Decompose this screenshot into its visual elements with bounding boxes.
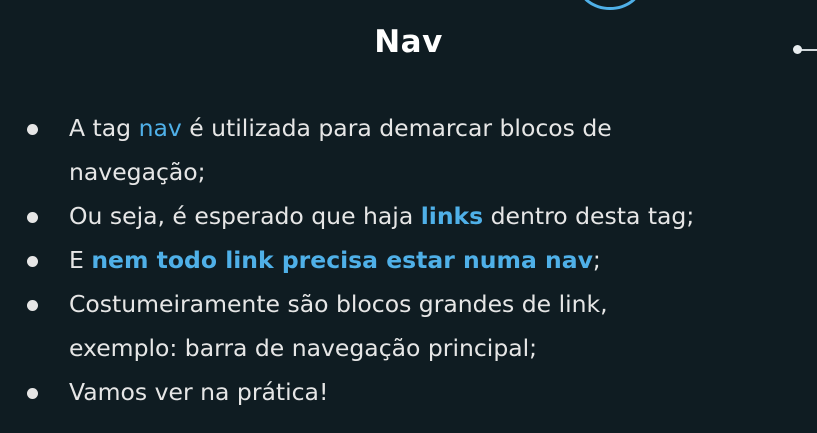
highlight-keyword: links — [420, 202, 484, 230]
bullet-text-continuation: exemplo: barra de navegação principal; — [69, 334, 538, 362]
bullet-text-continuation: navegação; — [69, 158, 206, 186]
bullet-text: dentro desta tag; — [483, 202, 695, 230]
bullet-text: Ou seja, é esperado que haja — [69, 202, 421, 230]
highlight-phrase: nem todo link precisa estar numa nav — [91, 246, 593, 274]
bullet-item-practice: Vamos ver na prática! — [0, 370, 817, 414]
bullet-text: Costumeiramente são blocos grandes de li… — [69, 290, 608, 318]
bullet-item-not-every-link: E nem todo link precisa estar numa nav; — [0, 238, 817, 282]
bullet-list: A tag nav é utilizada para demarcar bloc… — [0, 106, 817, 414]
bullet-item-links: Ou seja, é esperado que haja links dentr… — [0, 194, 817, 238]
highlight-keyword: nav — [138, 114, 182, 142]
bullet-icon — [27, 388, 38, 399]
bullet-icon — [27, 124, 38, 135]
slide-title: Nav — [374, 24, 443, 60]
bullet-icon — [27, 256, 38, 267]
bullet-item-large-blocks: Costumeiramente são blocos grandes de li… — [0, 282, 817, 370]
bullet-item-nav-tag: A tag nav é utilizada para demarcar bloc… — [0, 106, 817, 194]
bullet-text: E — [69, 246, 92, 274]
bullet-icon — [27, 212, 38, 223]
bullet-text: ; — [592, 246, 601, 274]
bullet-text: é utilizada para demarcar blocos de — [181, 114, 612, 142]
bullet-icon — [27, 300, 38, 311]
bullet-text: Vamos ver na prática! — [69, 378, 329, 406]
bullet-text: A tag — [69, 114, 139, 142]
decorative-circle — [578, 0, 642, 10]
